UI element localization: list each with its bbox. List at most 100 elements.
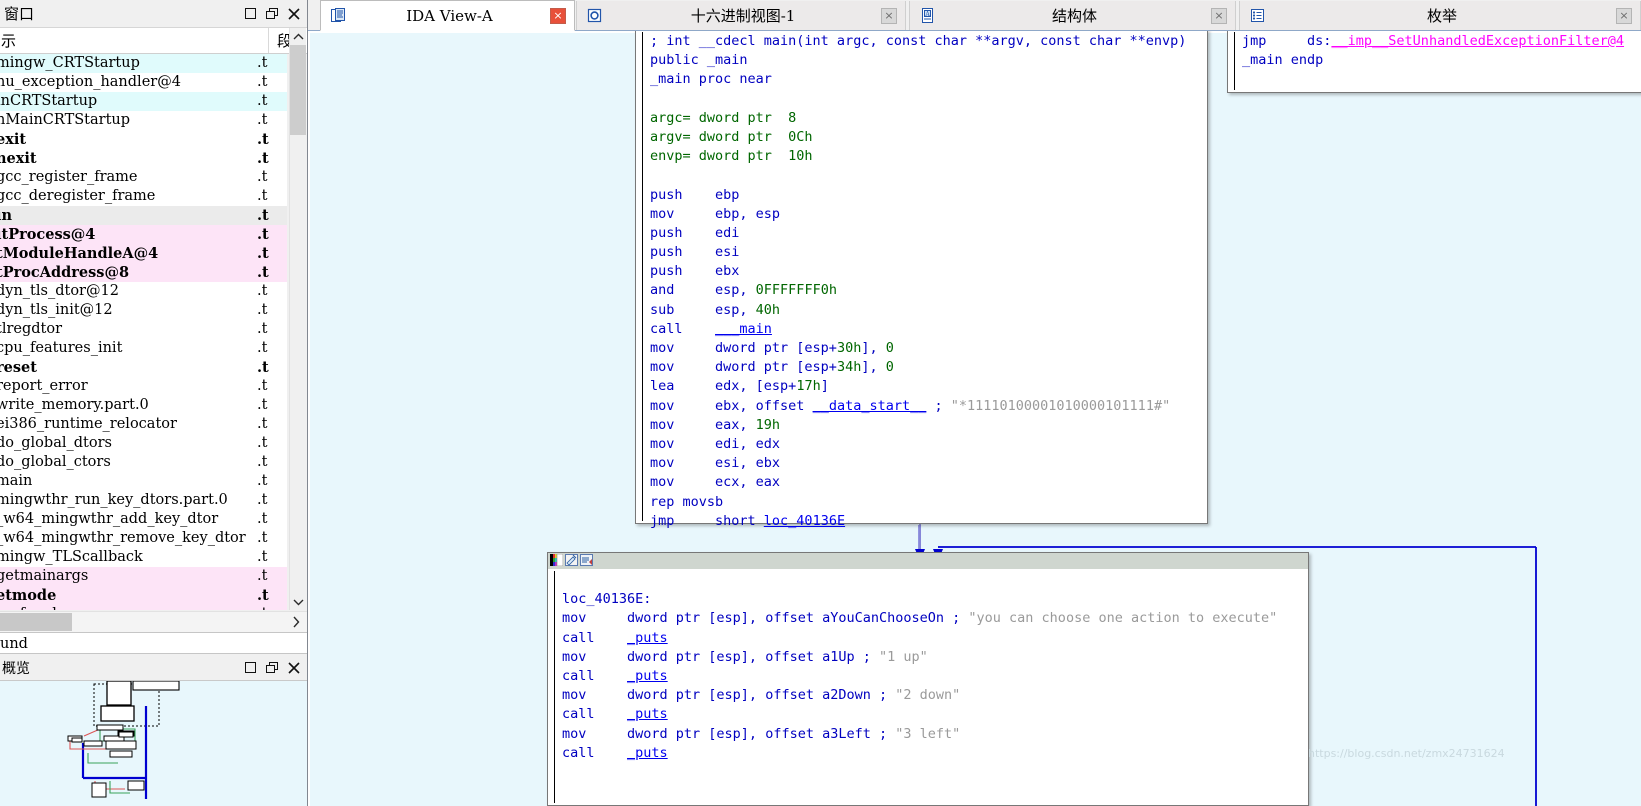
tab-close-icon[interactable]: × xyxy=(550,7,566,24)
code-line[interactable]: mov dword ptr [esp], offset a3Left ; "3 … xyxy=(562,725,1308,744)
code-line[interactable]: mov ebp, esp xyxy=(650,205,1207,224)
function-list-row[interactable]: ei386_runtime_relocator .t xyxy=(0,415,287,434)
code-line[interactable]: mov ebx, offset __data_start__ ; "*11110… xyxy=(650,397,1207,416)
graph-node-exception-filter[interactable]: jmp ds:__imp__SetUnhandledExceptionFilte… xyxy=(1227,31,1641,93)
function-list-row[interactable]: exit .t xyxy=(0,130,287,149)
function-list-row[interactable]: etmode .t xyxy=(0,586,287,605)
code-token[interactable]: ___main xyxy=(715,321,772,337)
node-right-code[interactable]: jmp ds:__imp__SetUnhandledExceptionFilte… xyxy=(1228,31,1641,70)
function-list-row[interactable]: do_global_dtors .t xyxy=(0,434,287,453)
code-token[interactable]: __imp__SetUnhandledExceptionFilter@4 xyxy=(1331,33,1624,49)
tab-close-icon[interactable]: × xyxy=(1211,7,1227,24)
function-list-row[interactable]: _w64_mingwthr_remove_key_dtor .t xyxy=(0,529,287,548)
code-line[interactable]: argv= dword ptr 0Ch xyxy=(650,128,1207,147)
code-line[interactable] xyxy=(650,90,1207,109)
edit-icon[interactable] xyxy=(565,553,578,569)
code-line[interactable]: mov edi, edx xyxy=(650,435,1207,454)
function-list-row[interactable]: main .t xyxy=(0,472,287,491)
overview-restore-icon[interactable] xyxy=(261,657,283,679)
tab-close-icon[interactable]: × xyxy=(1616,7,1632,24)
function-list-row[interactable]: in .t xyxy=(0,206,287,225)
palette-icon[interactable] xyxy=(550,553,564,569)
graph-node-main[interactable]: ; int __cdecl main(int argc, const char … xyxy=(635,31,1208,529)
function-list-row[interactable]: tProcAddress@8 .t xyxy=(0,263,287,282)
code-line[interactable]: mov dword ptr [esp+34h], 0 xyxy=(650,358,1207,377)
code-line[interactable]: call ___main xyxy=(650,320,1207,339)
code-line[interactable]: call _puts xyxy=(562,629,1308,648)
sync-icon[interactable] xyxy=(580,553,593,569)
function-list-row[interactable]: gcc_deregister_frame .t xyxy=(0,187,287,206)
scroll-right-icon[interactable] xyxy=(287,612,305,632)
code-line[interactable]: call _puts xyxy=(562,667,1308,686)
graph-overview-minimap[interactable] xyxy=(0,681,307,806)
code-line[interactable]: mov dword ptr [esp], offset a1Up ; "1 up… xyxy=(562,648,1308,667)
close-icon[interactable] xyxy=(283,3,305,25)
scrollbar-thumb[interactable] xyxy=(290,45,306,135)
code-token[interactable]: __data_start__ xyxy=(813,398,927,414)
tab-2[interactable]: 十六进制视图-1 × xyxy=(576,1,906,30)
code-line[interactable]: rep movsb xyxy=(650,493,1207,512)
tab-1[interactable]: IDA View-A × xyxy=(320,0,575,31)
code-line[interactable]: mov dword ptr [esp], offset a2Down ; "2 … xyxy=(562,686,1308,705)
functions-vertical-scrollbar[interactable] xyxy=(289,28,306,610)
column-header-name[interactable]: 示 xyxy=(0,30,277,51)
scroll-down-icon[interactable] xyxy=(290,593,306,610)
overview-maximize-icon[interactable] xyxy=(239,657,261,679)
code-line[interactable]: _main endp xyxy=(1242,51,1641,70)
function-list-row[interactable]: mingwthr_run_key_dtors.part.0 .t xyxy=(0,491,287,510)
hscrollbar-thumb[interactable] xyxy=(0,613,72,631)
functions-list[interactable]: mingw_CRTStartup .t nu_exception_handler@4… xyxy=(0,54,287,610)
function-list-row[interactable]: mingw_CRTStartup .t xyxy=(0,54,287,73)
code-line[interactable]: mov dword ptr [esp+30h], 0 xyxy=(650,339,1207,358)
code-line[interactable]: push esi xyxy=(650,243,1207,262)
scroll-up-icon[interactable] xyxy=(290,28,306,45)
function-list-row[interactable]: report_error .t xyxy=(0,377,287,396)
tab-3[interactable]: A 结构体 × xyxy=(909,1,1236,30)
function-list-row[interactable]: nexit .t xyxy=(0,149,287,168)
code-line[interactable]: public _main xyxy=(650,51,1207,70)
function-list-row[interactable]: tlregdtor .t xyxy=(0,320,287,339)
overview-close-icon[interactable] xyxy=(283,657,305,679)
code-token[interactable]: _puts xyxy=(627,668,668,684)
code-token[interactable]: _puts xyxy=(627,630,668,646)
node-main-code[interactable]: ; int __cdecl main(int argc, const char … xyxy=(636,31,1207,531)
tab-close-icon[interactable]: × xyxy=(881,7,897,24)
function-list-row[interactable]: tModuleHandleA@4 .t xyxy=(0,244,287,263)
node-loc-code[interactable]: loc_40136E:mov dword ptr [esp], offset a… xyxy=(548,569,1308,763)
code-line[interactable]: mov esi, ebx xyxy=(650,454,1207,473)
restore-icon[interactable] xyxy=(261,3,283,25)
ida-graph-view[interactable]: ; int __cdecl main(int argc, const char … xyxy=(308,31,1641,806)
function-list-row[interactable]: cpu_features_init .t xyxy=(0,339,287,358)
function-list-row[interactable]: itProcess@4 .t xyxy=(0,225,287,244)
code-line[interactable]: mov eax, 19h xyxy=(650,416,1207,435)
function-list-row[interactable]: reset .t xyxy=(0,358,287,377)
function-list-row[interactable]: inCRTStartup .t xyxy=(0,92,287,111)
function-list-row[interactable]: nu_exception_handler@4 .t xyxy=(0,73,287,92)
code-line[interactable]: call _puts xyxy=(562,744,1308,763)
function-list-row[interactable]: mingw_TLScallback .t xyxy=(0,548,287,567)
code-line[interactable]: envp= dword ptr 10h xyxy=(650,147,1207,166)
code-line[interactable]: argc= dword ptr 8 xyxy=(650,109,1207,128)
code-line[interactable]: ; int __cdecl main(int argc, const char … xyxy=(650,32,1207,51)
code-line[interactable]: jmp ds:__imp__SetUnhandledExceptionFilte… xyxy=(1242,32,1641,51)
code-line[interactable]: jmp short loc_40136E xyxy=(650,512,1207,531)
functions-horizontal-scrollbar[interactable] xyxy=(0,611,307,632)
function-list-row[interactable]: getmainargs .t xyxy=(0,567,287,586)
function-list-row[interactable]: dyn_tls_dtor@12 .t xyxy=(0,282,287,301)
maximize-icon[interactable] xyxy=(239,3,261,25)
code-line[interactable]: loc_40136E: xyxy=(562,590,1308,609)
function-list-row[interactable]: write_memory.part.0 .t xyxy=(0,396,287,415)
code-line[interactable]: push ebx xyxy=(650,262,1207,281)
code-line[interactable]: mov ecx, eax xyxy=(650,473,1207,492)
code-line[interactable]: and esp, 0FFFFFFF0h xyxy=(650,281,1207,300)
code-line[interactable]: call _puts xyxy=(562,705,1308,724)
code-line[interactable] xyxy=(650,166,1207,185)
function-list-row[interactable]: gcc_register_frame .t xyxy=(0,168,287,187)
code-token[interactable]: _puts xyxy=(627,745,668,761)
code-line[interactable]: push edi xyxy=(650,224,1207,243)
tab-4[interactable]: 枚举 × xyxy=(1239,1,1641,30)
code-line[interactable]: push ebp xyxy=(650,186,1207,205)
function-list-row[interactable]: nMainCRTStartup .t xyxy=(0,111,287,130)
function-list-row[interactable]: dyn_tls_init@12 .t xyxy=(0,301,287,320)
function-list-row[interactable]: _w64_mingwthr_add_key_dtor .t xyxy=(0,510,287,529)
